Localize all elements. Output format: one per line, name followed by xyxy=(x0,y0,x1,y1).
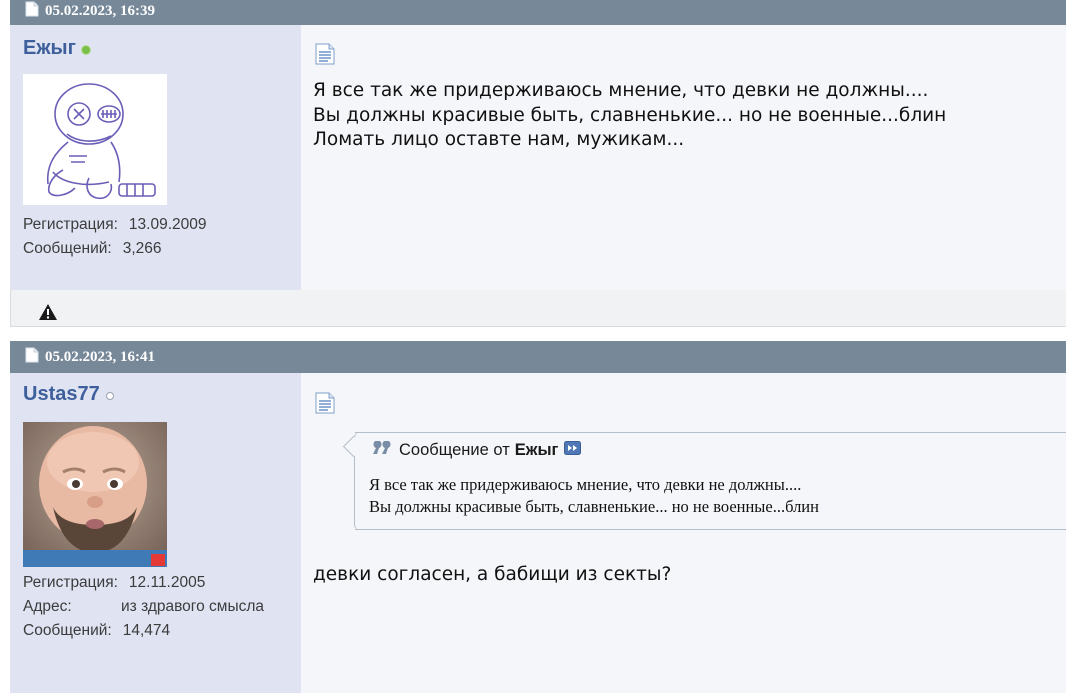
quote-author: Ежыг xyxy=(514,441,559,459)
address-label: Адрес: xyxy=(23,598,72,615)
message-line: Ломать лицо оставте нам, мужикам... xyxy=(313,129,685,150)
document-icon xyxy=(25,1,39,22)
posts-count-label: Сообщений: xyxy=(23,240,112,257)
quote-prefix: Сообщение от xyxy=(399,441,510,459)
message-line: Я все так же придерживаюсь мнение, что д… xyxy=(313,80,929,101)
post-2: 05.02.2023, 16:41 Ustas77 Регистрация: 1… xyxy=(10,341,1066,693)
quote-line: Вы должны красивые быть, славненькие... … xyxy=(369,497,819,516)
document-icon xyxy=(315,43,335,70)
registration-label: Регистрация: xyxy=(23,574,118,591)
post-content: Я все так же придерживаюсь мнение, что д… xyxy=(301,25,1066,290)
quote-icon xyxy=(371,440,391,460)
avatar[interactable] xyxy=(23,422,167,567)
registration-value: 12.11.2005 xyxy=(128,574,206,591)
user-info-panel: Ежыг Регистрация: 13.09.2009 Сообщений: … xyxy=(10,25,301,290)
offline-status-icon xyxy=(105,391,114,400)
user-info-panel: Ustas77 Регистрация: 12.11.2005 Адрес: и… xyxy=(10,373,301,693)
document-icon xyxy=(25,347,39,368)
registration-label: Регистрация: xyxy=(23,216,118,233)
posts-count-value: 3,266 xyxy=(122,240,162,257)
report-warning-icon[interactable] xyxy=(38,303,58,326)
post-header: 05.02.2023, 16:39 xyxy=(10,0,1066,25)
post-date: 05.02.2023, 16:41 xyxy=(45,348,155,365)
post-content: Сообщение от Ежыг Я все так же придержив… xyxy=(301,373,1066,693)
document-icon xyxy=(315,392,335,419)
message-line: Вы должны красивые быть, славненькие... … xyxy=(313,104,947,126)
view-post-icon[interactable] xyxy=(564,441,582,460)
post-date: 05.02.2023, 16:39 xyxy=(45,3,155,19)
post-1: 05.02.2023, 16:39 Ежыг Регистрация: 13.0… xyxy=(10,0,1066,327)
registration-value: 13.09.2009 xyxy=(128,216,207,233)
posts-count-label: Сообщений: xyxy=(23,622,112,639)
quote-header: Сообщение от Ежыг xyxy=(371,440,582,460)
username-link[interactable]: Ежыг xyxy=(23,37,76,60)
address-value: из здравого смысла xyxy=(121,598,265,615)
post-message: Я все так же придерживаюсь мнение, что д… xyxy=(313,79,946,153)
post-message: девки согласен, а бабищи из секты? xyxy=(313,563,671,588)
message-line: девки согласен, а бабищи из секты? xyxy=(313,564,672,585)
online-status-icon xyxy=(81,45,90,54)
username-link[interactable]: Ustas77 xyxy=(23,383,100,406)
quote-block: Сообщение от Ежыг Я все так же придержив… xyxy=(342,432,1066,530)
posts-count-value: 14,474 xyxy=(122,622,171,639)
post-footer xyxy=(10,290,1066,327)
post-header: 05.02.2023, 16:41 xyxy=(10,341,1066,373)
quote-line: Я все так же придерживаюсь мнение, что д… xyxy=(369,475,802,494)
quote-text: Я все так же придерживаюсь мнение, что д… xyxy=(369,474,819,518)
avatar[interactable] xyxy=(23,74,167,205)
